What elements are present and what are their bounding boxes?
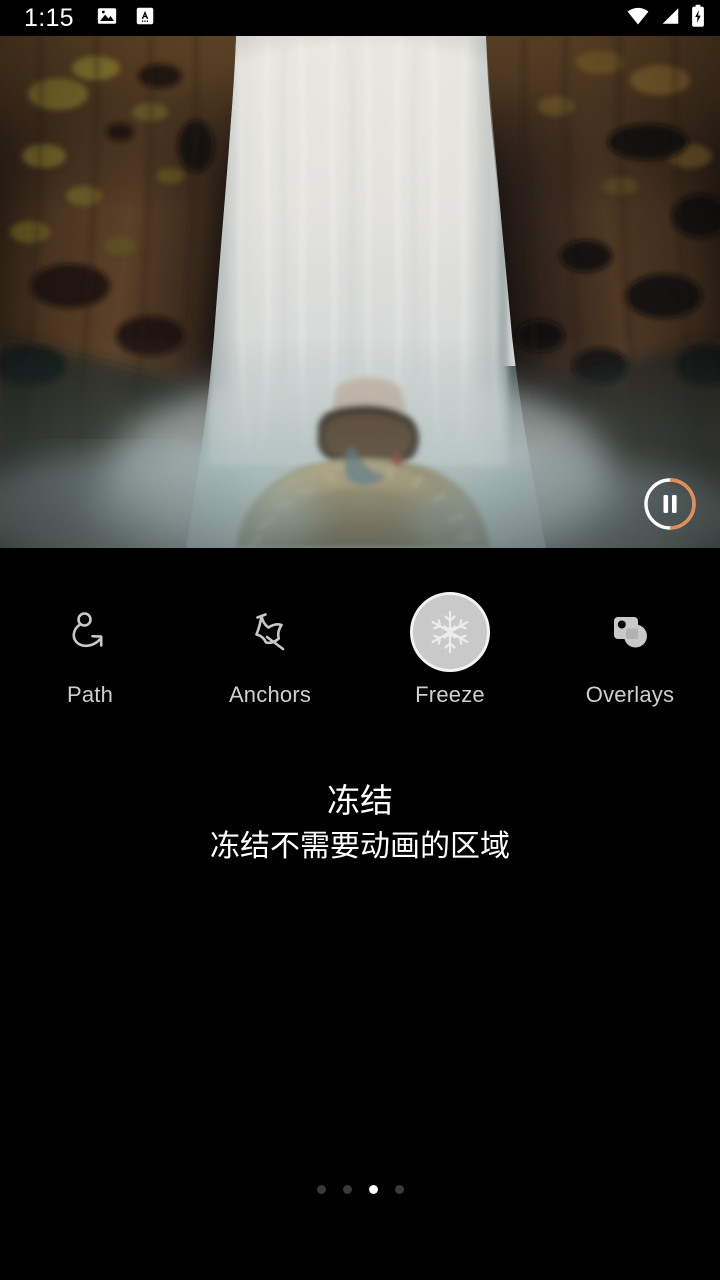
page-indicator[interactable] — [0, 1185, 720, 1194]
tool-label-path: Path — [66, 682, 114, 707]
tool-description-subtitle: 冻结不需要动画的区域 — [210, 829, 510, 863]
tool-label-anchors: Anchors — [228, 682, 312, 707]
app-screen: 1:15 Path Anchors Freeze Overlays 冻结 冻结不… — [0, 0, 720, 1280]
video-preview[interactable] — [0, 36, 720, 548]
snowflake-icon — [410, 592, 490, 672]
preview-frame — [0, 36, 720, 548]
pause-button[interactable] — [642, 476, 698, 532]
page-dot-4[interactable] — [394, 1185, 404, 1194]
path-loop-arrow-icon — [50, 592, 130, 672]
tool-label-freeze: Freeze — [415, 682, 485, 707]
tool-description-title: 冻结 — [327, 782, 393, 819]
pause-icon — [644, 478, 696, 530]
pushpin-icon — [230, 592, 310, 672]
tool-path[interactable]: Path — [0, 548, 180, 706]
tool-label-overlays: Overlays — [585, 682, 675, 707]
editor-tool-row: Path Anchors Freeze Overlays — [0, 548, 720, 748]
cellular-signal-icon — [659, 5, 681, 32]
page-dot-2[interactable] — [342, 1185, 352, 1194]
status-bar-system-icons — [626, 4, 706, 33]
screenshot-a-icon — [134, 5, 156, 32]
image-icon — [96, 5, 118, 32]
tool-overlays[interactable]: Overlays — [540, 548, 720, 706]
tool-freeze[interactable]: Freeze — [360, 548, 540, 706]
status-bar-notification-icons — [96, 5, 156, 32]
tool-description: 冻结 冻结不需要动画的区域 — [0, 782, 720, 865]
wifi-icon — [626, 4, 650, 33]
square-circle-overlay-icon — [590, 592, 670, 672]
page-dot-1[interactable] — [316, 1185, 326, 1194]
page-dot-3[interactable] — [368, 1185, 378, 1194]
battery-charging-icon — [690, 4, 706, 33]
status-bar-clock: 1:15 — [24, 3, 74, 32]
status-bar: 1:15 — [0, 0, 720, 36]
tool-anchors[interactable]: Anchors — [180, 548, 360, 706]
